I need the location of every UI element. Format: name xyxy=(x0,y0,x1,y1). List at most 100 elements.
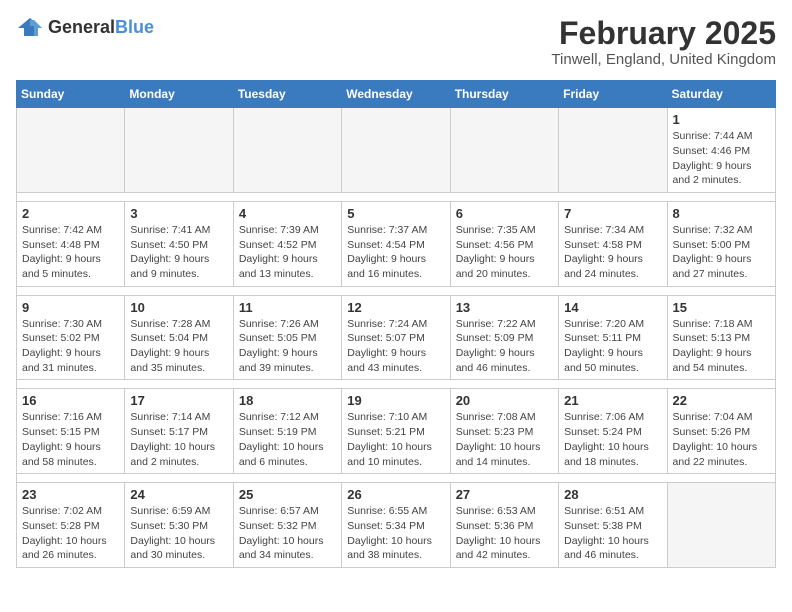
week-spacer xyxy=(17,474,776,483)
day-info: Sunrise: 7:26 AM Sunset: 5:05 PM Dayligh… xyxy=(239,317,336,376)
calendar-header-row: SundayMondayTuesdayWednesdayThursdayFrid… xyxy=(17,81,776,108)
day-number: 2 xyxy=(22,206,119,221)
weekday-header: Thursday xyxy=(450,81,558,108)
weekday-header: Wednesday xyxy=(342,81,450,108)
day-info: Sunrise: 7:02 AM Sunset: 5:28 PM Dayligh… xyxy=(22,504,119,563)
day-number: 6 xyxy=(456,206,553,221)
day-number: 1 xyxy=(673,112,770,127)
subtitle: Tinwell, England, United Kingdom xyxy=(551,51,776,68)
calendar-cell: 12Sunrise: 7:24 AM Sunset: 5:07 PM Dayli… xyxy=(342,295,450,380)
day-info: Sunrise: 6:51 AM Sunset: 5:38 PM Dayligh… xyxy=(564,504,661,563)
day-info: Sunrise: 7:06 AM Sunset: 5:24 PM Dayligh… xyxy=(564,410,661,469)
day-number: 22 xyxy=(673,393,770,408)
day-number: 5 xyxy=(347,206,444,221)
calendar-cell: 25Sunrise: 6:57 AM Sunset: 5:32 PM Dayli… xyxy=(233,483,341,568)
week-spacer xyxy=(17,286,776,295)
calendar-cell xyxy=(17,108,125,193)
calendar-cell xyxy=(559,108,667,193)
day-info: Sunrise: 7:20 AM Sunset: 5:11 PM Dayligh… xyxy=(564,317,661,376)
calendar-cell: 6 Sunrise: 7:35 AM Sunset: 4:56 PM Daylig… xyxy=(450,201,558,286)
day-number: 28 xyxy=(564,487,661,502)
day-info: Sunrise: 7:22 AM Sunset: 5:09 PM Dayligh… xyxy=(456,317,553,376)
day-number: 4 xyxy=(239,206,336,221)
day-number: 11 xyxy=(239,300,336,315)
day-number: 9 xyxy=(22,300,119,315)
day-info: Sunrise: 6:57 AM Sunset: 5:32 PM Dayligh… xyxy=(239,504,336,563)
title-area: February 2025 Tinwell, England, United K… xyxy=(551,16,776,68)
logo-blue: Blue xyxy=(115,17,154,38)
day-info: Sunrise: 7:10 AM Sunset: 5:21 PM Dayligh… xyxy=(347,410,444,469)
calendar-cell: 18Sunrise: 7:12 AM Sunset: 5:19 PM Dayli… xyxy=(233,389,341,474)
calendar-cell: 21 Sunrise: 7:06 AM Sunset: 5:24 PM Dayli… xyxy=(559,389,667,474)
day-number: 8 xyxy=(673,206,770,221)
day-number: 10 xyxy=(130,300,227,315)
day-info: Sunrise: 7:37 AM Sunset: 4:54 PM Dayligh… xyxy=(347,223,444,282)
logo: General Blue xyxy=(16,16,154,38)
calendar-week-row: 2 Sunrise: 7:42 AM Sunset: 4:48 PM Daylig… xyxy=(17,201,776,286)
day-info: Sunrise: 7:28 AM Sunset: 5:04 PM Dayligh… xyxy=(130,317,227,376)
day-info: Sunrise: 6:59 AM Sunset: 5:30 PM Dayligh… xyxy=(130,504,227,563)
day-info: Sunrise: 7:14 AM Sunset: 5:17 PM Dayligh… xyxy=(130,410,227,469)
calendar-cell: 22 Sunrise: 7:04 AM Sunset: 5:26 PM Dayli… xyxy=(667,389,775,474)
day-number: 27 xyxy=(456,487,553,502)
calendar-cell: 10 Sunrise: 7:28 AM Sunset: 5:04 PM Dayli… xyxy=(125,295,233,380)
calendar-cell: 8 Sunrise: 7:32 AM Sunset: 5:00 PM Daylig… xyxy=(667,201,775,286)
calendar-cell xyxy=(667,483,775,568)
calendar-cell: 5 Sunrise: 7:37 AM Sunset: 4:54 PM Daylig… xyxy=(342,201,450,286)
calendar-cell: 20 Sunrise: 7:08 AM Sunset: 5:23 PM Dayli… xyxy=(450,389,558,474)
weekday-header: Friday xyxy=(559,81,667,108)
day-number: 16 xyxy=(22,393,119,408)
day-number: 3 xyxy=(130,206,227,221)
weekday-header: Saturday xyxy=(667,81,775,108)
day-info: Sunrise: 7:41 AM Sunset: 4:50 PM Dayligh… xyxy=(130,223,227,282)
day-number: 12 xyxy=(347,300,444,315)
day-number: 23 xyxy=(22,487,119,502)
calendar-cell: 4 Sunrise: 7:39 AM Sunset: 4:52 PM Daylig… xyxy=(233,201,341,286)
calendar-cell: 3 Sunrise: 7:41 AM Sunset: 4:50 PM Daylig… xyxy=(125,201,233,286)
day-info: Sunrise: 6:55 AM Sunset: 5:34 PM Dayligh… xyxy=(347,504,444,563)
calendar-cell xyxy=(342,108,450,193)
calendar-cell xyxy=(125,108,233,193)
week-spacer xyxy=(17,192,776,201)
day-number: 26 xyxy=(347,487,444,502)
calendar-cell: 19 Sunrise: 7:10 AM Sunset: 5:21 PM Dayli… xyxy=(342,389,450,474)
calendar-cell: 28 Sunrise: 6:51 AM Sunset: 5:38 PM Dayli… xyxy=(559,483,667,568)
day-info: Sunrise: 6:53 AM Sunset: 5:36 PM Dayligh… xyxy=(456,504,553,563)
day-info: Sunrise: 7:18 AM Sunset: 5:13 PM Dayligh… xyxy=(673,317,770,376)
calendar-cell: 27 Sunrise: 6:53 AM Sunset: 5:36 PM Dayli… xyxy=(450,483,558,568)
day-number: 21 xyxy=(564,393,661,408)
logo-text: General Blue xyxy=(48,17,154,38)
calendar-cell: 26 Sunrise: 6:55 AM Sunset: 5:34 PM Dayli… xyxy=(342,483,450,568)
day-number: 19 xyxy=(347,393,444,408)
day-info: Sunrise: 7:12 AM Sunset: 5:19 PM Dayligh… xyxy=(239,410,336,469)
logo-general: General xyxy=(48,17,115,38)
day-info: Sunrise: 7:34 AM Sunset: 4:58 PM Dayligh… xyxy=(564,223,661,282)
day-info: Sunrise: 7:42 AM Sunset: 4:48 PM Dayligh… xyxy=(22,223,119,282)
logo-icon xyxy=(16,16,44,38)
day-number: 14 xyxy=(564,300,661,315)
header: General Blue February 2025 Tinwell, Engl… xyxy=(16,16,776,68)
calendar: SundayMondayTuesdayWednesdayThursdayFrid… xyxy=(16,80,776,568)
day-info: Sunrise: 7:16 AM Sunset: 5:15 PM Dayligh… xyxy=(22,410,119,469)
day-info: Sunrise: 7:44 AM Sunset: 4:46 PM Dayligh… xyxy=(673,129,770,188)
calendar-cell: 17 Sunrise: 7:14 AM Sunset: 5:17 PM Dayli… xyxy=(125,389,233,474)
day-number: 20 xyxy=(456,393,553,408)
calendar-week-row: 1 Sunrise: 7:44 AM Sunset: 4:46 PM Daylig… xyxy=(17,108,776,193)
calendar-cell: 9 Sunrise: 7:30 AM Sunset: 5:02 PM Daylig… xyxy=(17,295,125,380)
calendar-week-row: 16 Sunrise: 7:16 AM Sunset: 5:15 PM Dayli… xyxy=(17,389,776,474)
day-info: Sunrise: 7:32 AM Sunset: 5:00 PM Dayligh… xyxy=(673,223,770,282)
day-info: Sunrise: 7:35 AM Sunset: 4:56 PM Dayligh… xyxy=(456,223,553,282)
day-number: 24 xyxy=(130,487,227,502)
day-number: 17 xyxy=(130,393,227,408)
main-title: February 2025 xyxy=(551,16,776,51)
calendar-cell: 11 Sunrise: 7:26 AM Sunset: 5:05 PM Dayli… xyxy=(233,295,341,380)
day-info: Sunrise: 7:30 AM Sunset: 5:02 PM Dayligh… xyxy=(22,317,119,376)
calendar-cell xyxy=(450,108,558,193)
calendar-cell: 2 Sunrise: 7:42 AM Sunset: 4:48 PM Daylig… xyxy=(17,201,125,286)
day-info: Sunrise: 7:08 AM Sunset: 5:23 PM Dayligh… xyxy=(456,410,553,469)
weekday-header: Tuesday xyxy=(233,81,341,108)
weekday-header: Monday xyxy=(125,81,233,108)
day-number: 15 xyxy=(673,300,770,315)
day-info: Sunrise: 7:04 AM Sunset: 5:26 PM Dayligh… xyxy=(673,410,770,469)
day-info: Sunrise: 7:39 AM Sunset: 4:52 PM Dayligh… xyxy=(239,223,336,282)
